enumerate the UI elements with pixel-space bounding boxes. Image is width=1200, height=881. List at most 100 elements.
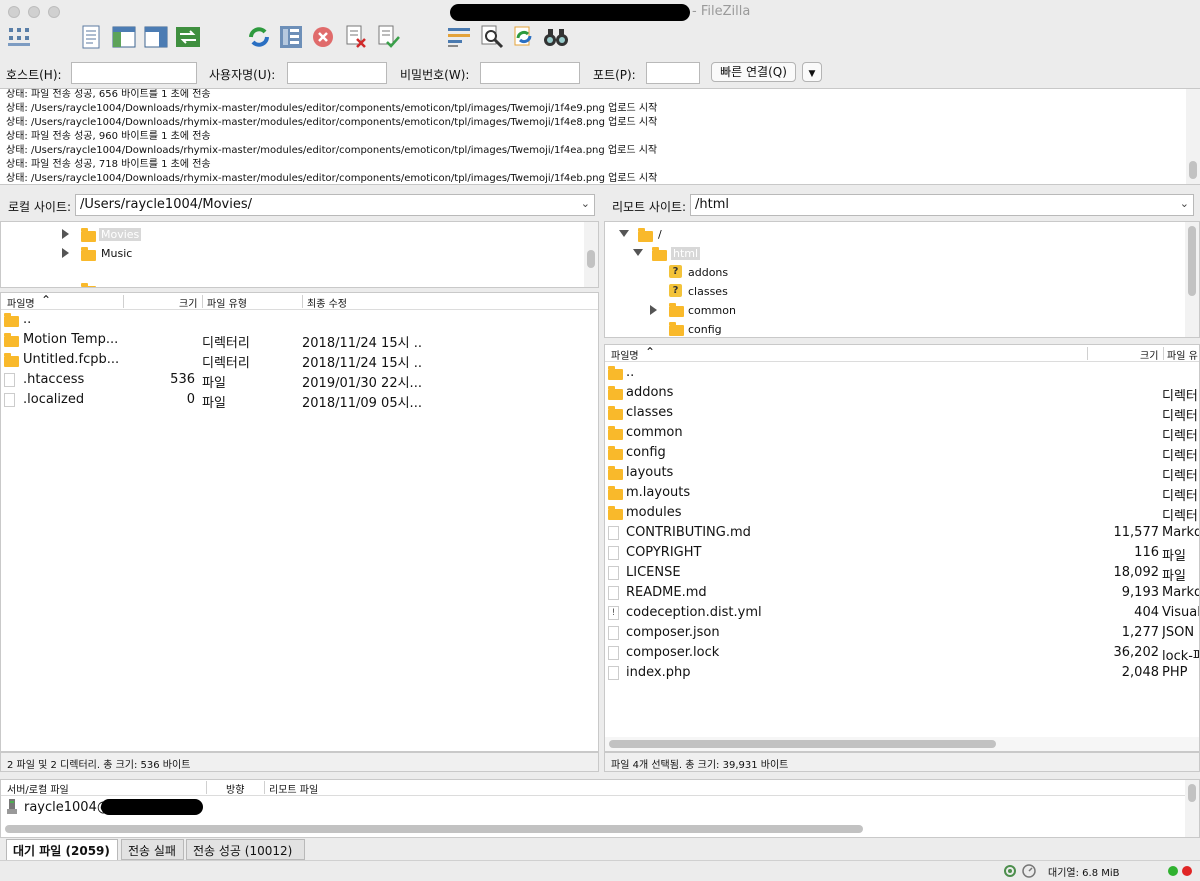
file-row[interactable]: ! codeception.dist.yml 404 Visual [605, 603, 1199, 623]
local-tree-scrollbar[interactable] [584, 222, 598, 287]
queue-scrollbar[interactable] [1185, 780, 1199, 837]
quickconnect-dropdown[interactable]: ▼ [802, 62, 822, 82]
collapse-arrow-icon[interactable] [619, 230, 629, 237]
file-row[interactable]: config 디렉터i [605, 443, 1199, 464]
file-name: .. [626, 365, 635, 380]
file-row[interactable]: addons 디렉터i [605, 383, 1200, 404]
synchronized-browsing-icon[interactable] [511, 24, 537, 50]
remote-hscrollbar[interactable] [605, 737, 1199, 751]
file-row[interactable]: .htaccess 536 파일 2019/01/30 22시... [1, 370, 598, 391]
cancel-icon[interactable] [310, 24, 336, 50]
column-header-direction[interactable]: 방향 [226, 781, 244, 796]
column-header-modified[interactable]: 최종 수정 [307, 295, 347, 310]
queue-hscroll-thumb[interactable] [5, 825, 863, 833]
reconnect-icon[interactable] [375, 24, 401, 50]
file-row[interactable]: composer.json 1,277 JSON [605, 623, 1199, 643]
remote-file-list[interactable]: 파일명 ⌃ 크기 파일 유 .. addons 디렉터i classes 디렉터i com… [604, 344, 1200, 752]
local-file-list[interactable]: 파일명 ⌃ 크기 파일 유형 최종 수정 .. Motion Temp... 디렉터… [0, 292, 599, 752]
file-row[interactable]: .. [1, 310, 598, 330]
file-row[interactable]: LICENSE 18,092 파일 [605, 563, 1199, 584]
file-type: PHP [1162, 665, 1188, 680]
tree-item-common[interactable]: common [688, 304, 736, 317]
local-site-label: 로컬 사이트: [8, 200, 72, 214]
tree-item-root[interactable]: / [658, 228, 662, 241]
tab-successful-transfers[interactable]: 전송 성공 (10012) [186, 839, 305, 860]
local-tree[interactable]: Movies Music [0, 221, 599, 288]
zoom-window-button[interactable] [48, 6, 60, 18]
file-row[interactable]: index.php 2,048 PHP [605, 663, 1199, 683]
tab-queued-files[interactable]: 대기 파일 (2059) [6, 839, 118, 860]
file-row[interactable]: composer.lock 36,202lock-파 [605, 643, 1199, 664]
close-window-button[interactable] [8, 6, 20, 18]
column-header-size[interactable]: 크기 [1140, 347, 1158, 362]
expand-arrow-icon[interactable] [62, 248, 69, 258]
column-header-name[interactable]: 파일명 [7, 295, 35, 310]
file-row[interactable]: CONTRIBUTING.md 11,577 Markd [605, 523, 1199, 543]
column-header-size[interactable]: 크기 [179, 295, 197, 310]
file-row[interactable]: modules 디렉터i [605, 503, 1199, 524]
process-queue-icon[interactable] [278, 24, 304, 50]
password-input[interactable] [480, 62, 580, 84]
file-name: .. [23, 312, 32, 327]
column-header-name[interactable]: 파일명 [611, 347, 639, 362]
expand-arrow-icon[interactable] [62, 229, 69, 239]
remote-tree[interactable]: / html ? addons ? classes common config [604, 221, 1200, 338]
log-scroll-thumb[interactable] [1189, 161, 1197, 179]
tab-failed-transfers[interactable]: 전송 실패 [121, 839, 184, 860]
toggle-log-icon[interactable] [78, 24, 104, 50]
remote-tree-scrollbar[interactable] [1185, 222, 1199, 337]
toggle-remote-tree-icon[interactable] [143, 24, 169, 50]
tree-item-config[interactable]: config [688, 323, 722, 336]
file-row[interactable]: m.layouts 디렉터i [605, 483, 1199, 504]
search-icon[interactable] [479, 24, 505, 50]
directory-filter-icon[interactable] [446, 24, 472, 50]
local-path-combo[interactable]: /Users/raycle1004/Movies/ ⌄ [75, 194, 595, 216]
expand-arrow-icon[interactable] [650, 305, 657, 315]
scroll-thumb[interactable] [609, 740, 996, 748]
column-header-type[interactable]: 파일 유 [1167, 347, 1198, 362]
queue-server-entry[interactable]: raycle1004@ [24, 800, 110, 815]
transfer-queue[interactable]: 서버/로컬 파일 방향 리모트 파일 raycle1004@ [0, 779, 1200, 838]
quickconnect-button[interactable]: 빠른 연결(Q) [711, 62, 796, 82]
file-row[interactable]: layouts 디렉터i [605, 463, 1199, 484]
speed-limit-icon[interactable] [1022, 864, 1036, 878]
toggle-local-tree-icon[interactable] [111, 24, 137, 50]
site-manager-icon[interactable] [6, 24, 32, 50]
host-input[interactable] [71, 62, 197, 84]
minimize-window-button[interactable] [28, 6, 40, 18]
file-row[interactable]: Motion Temp... 디렉터리 2018/11/24 15시 ... [1, 330, 598, 351]
redacted-hostname [101, 799, 203, 815]
scroll-thumb[interactable] [1188, 226, 1196, 296]
file-row[interactable]: .localized 0 파일 2018/11/09 05시... [1, 390, 598, 411]
transfer-queue-icon[interactable] [175, 24, 201, 50]
collapse-arrow-icon[interactable] [633, 249, 643, 256]
folder-icon [608, 406, 623, 420]
tree-item-addons[interactable]: addons [688, 266, 728, 279]
tree-item-classes[interactable]: classes [688, 285, 728, 298]
username-input[interactable] [287, 62, 387, 84]
file-row[interactable]: Untitled.fcpb... 디렉터리 2018/11/24 15시 ... [1, 350, 598, 371]
file-type: 디렉터i [1162, 389, 1200, 404]
scroll-thumb[interactable] [587, 250, 595, 268]
file-row[interactable]: COPYRIGHT 116 파일 [605, 543, 1199, 564]
column-header-server[interactable]: 서버/로컬 파일 [7, 781, 69, 796]
compare-icon[interactable] [543, 24, 569, 50]
port-input[interactable] [646, 62, 700, 84]
log-scrollbar[interactable] [1186, 89, 1200, 184]
file-size: 18,092 [1113, 565, 1160, 580]
column-header-type[interactable]: 파일 유형 [207, 295, 247, 310]
file-row[interactable]: .. [605, 363, 1199, 383]
tree-item-music[interactable]: Music [101, 247, 132, 260]
file-row[interactable]: README.md 9,193 Markd [605, 583, 1199, 603]
refresh-icon[interactable] [246, 24, 272, 50]
column-header-remote[interactable]: 리모트 파일 [269, 781, 318, 796]
gear-icon[interactable] [1003, 864, 1017, 878]
file-row[interactable]: classes 디렉터i [605, 403, 1199, 424]
file-row[interactable]: common 디렉터i [605, 423, 1199, 444]
message-log[interactable]: 상태: 파일 전송 성공, 656 바이트를 1 초에 전송 상태: /User… [0, 88, 1200, 185]
scroll-thumb[interactable] [1188, 784, 1196, 802]
remote-path-combo[interactable]: /html ⌄ [690, 194, 1194, 216]
tree-item-html[interactable]: html [671, 247, 701, 260]
disconnect-icon[interactable] [343, 24, 369, 50]
tree-item-movies[interactable]: Movies [99, 228, 142, 241]
